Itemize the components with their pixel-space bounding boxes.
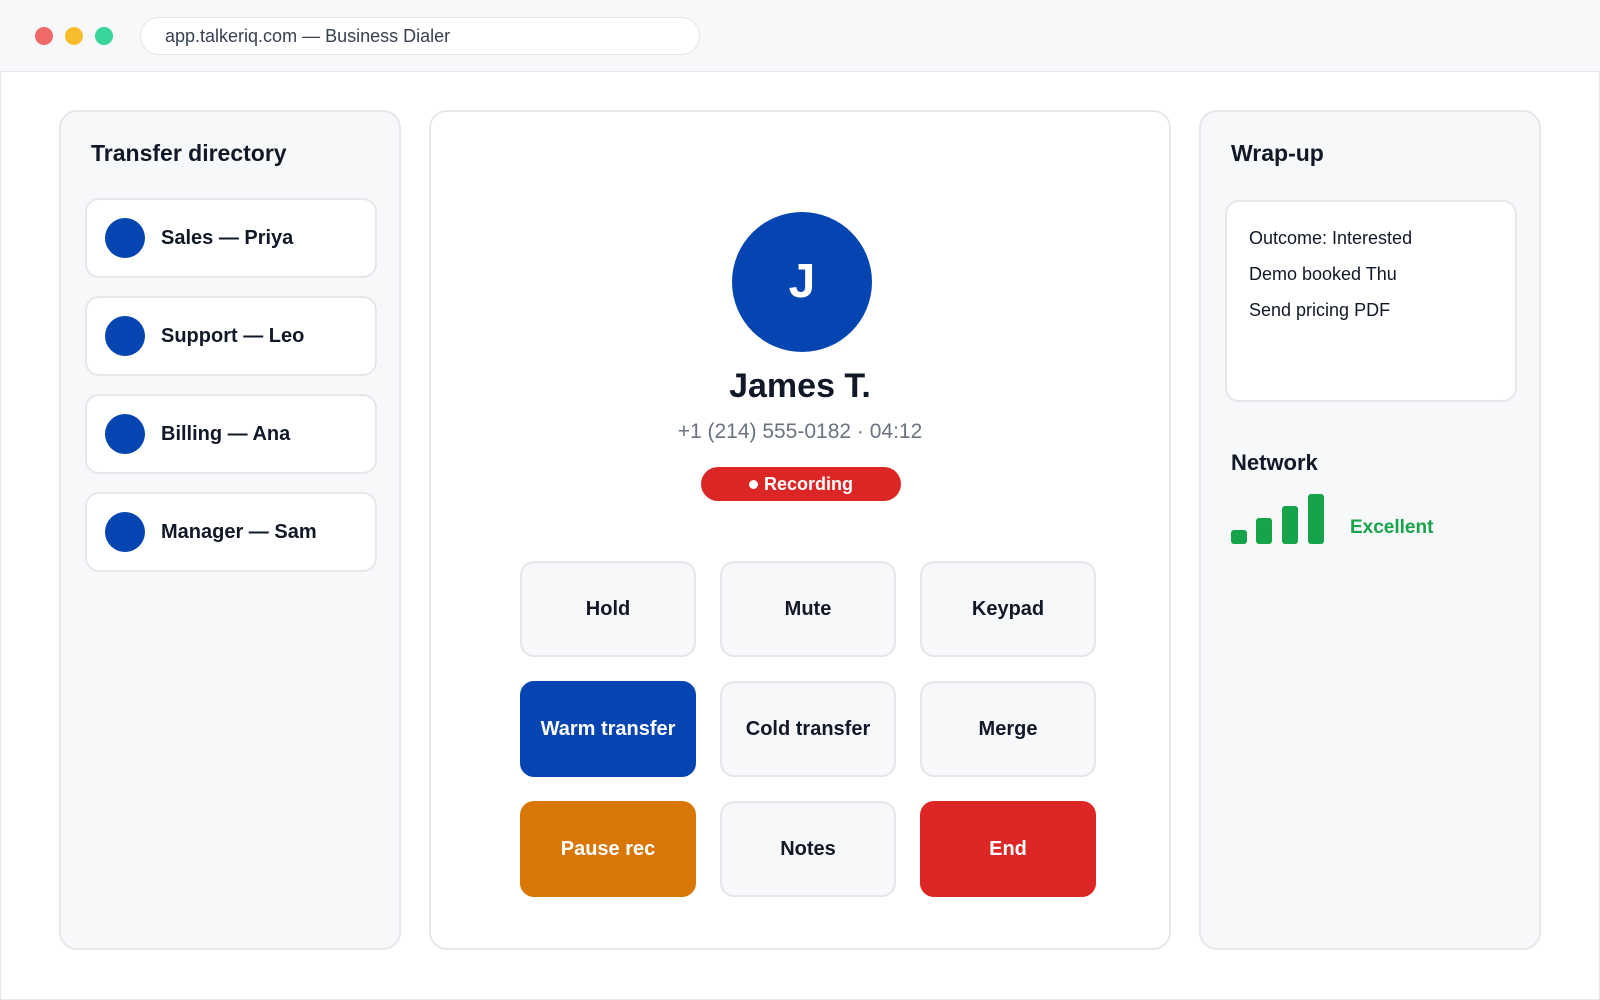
wrapup-note-line: Outcome: Interested [1249, 228, 1413, 248]
notes-button[interactable]: Notes [720, 801, 896, 897]
mute-button[interactable]: Mute [720, 561, 896, 657]
transfer-directory-panel: Transfer directory Sales — Priya Support… [59, 110, 401, 950]
avatar [105, 512, 145, 552]
caller-name: James T. [729, 367, 871, 405]
merge-button[interactable]: Merge [920, 681, 1096, 777]
directory-item-label: Manager — Sam [161, 520, 317, 543]
signal-bar [1256, 518, 1272, 544]
directory-item-support[interactable]: Support — Leo [85, 296, 377, 376]
cold-transfer-button[interactable]: Cold transfer [720, 681, 896, 777]
wrapup-notes[interactable]: Outcome: Interested Demo booked Thu Send… [1225, 200, 1517, 402]
pause-recording-button[interactable]: Pause rec [520, 801, 696, 897]
avatar [105, 316, 145, 356]
browser-toolbar: app.talkeriq.com — Business Dialer [0, 0, 1600, 72]
signal-bar [1231, 530, 1247, 544]
wrapup-title: Wrap-up [1231, 140, 1324, 166]
directory-title: Transfer directory [91, 140, 287, 166]
address-bar[interactable]: app.talkeriq.com — Business Dialer [140, 17, 700, 55]
hold-button[interactable]: Hold [520, 561, 696, 657]
window-maximize-dot[interactable] [95, 27, 113, 45]
recording-label: Recording [763, 474, 853, 494]
caller-phone-duration: +1 (214) 555-0182 · 04:12 [677, 420, 923, 443]
wrapup-note-line: Send pricing PDF [1249, 300, 1391, 320]
recording-badge: Recording [701, 467, 901, 501]
window-close-dot[interactable] [35, 27, 53, 45]
window-minimize-dot[interactable] [65, 27, 83, 45]
directory-item-manager[interactable]: Manager — Sam [85, 492, 377, 572]
keypad-button[interactable]: Keypad [920, 561, 1096, 657]
directory-item-label: Sales — Priya [161, 226, 294, 249]
wrapup-panel: Wrap-up Outcome: Interested Demo booked … [1199, 110, 1541, 950]
end-call-button[interactable]: End [920, 801, 1096, 897]
wrapup-note-line: Demo booked Thu [1249, 264, 1397, 284]
warm-transfer-button[interactable]: Warm transfer [520, 681, 696, 777]
recording-dot-icon [748, 480, 758, 489]
avatar [105, 218, 145, 258]
active-call-panel: J James T. +1 (214) 555-0182 · 04:12 Rec… [429, 110, 1171, 950]
signal-strength-icon [1231, 490, 1331, 544]
signal-bar [1308, 494, 1324, 544]
avatar [105, 414, 145, 454]
directory-item-label: Support — Leo [161, 324, 305, 347]
signal-bar [1282, 506, 1298, 544]
directory-item-sales[interactable]: Sales — Priya [85, 198, 377, 278]
network-title: Network [1231, 450, 1318, 475]
network-status: Excellent [1350, 517, 1434, 538]
directory-item-label: Billing — Ana [161, 422, 291, 445]
directory-item-billing[interactable]: Billing — Ana [85, 394, 377, 474]
caller-avatar: J [732, 212, 872, 352]
